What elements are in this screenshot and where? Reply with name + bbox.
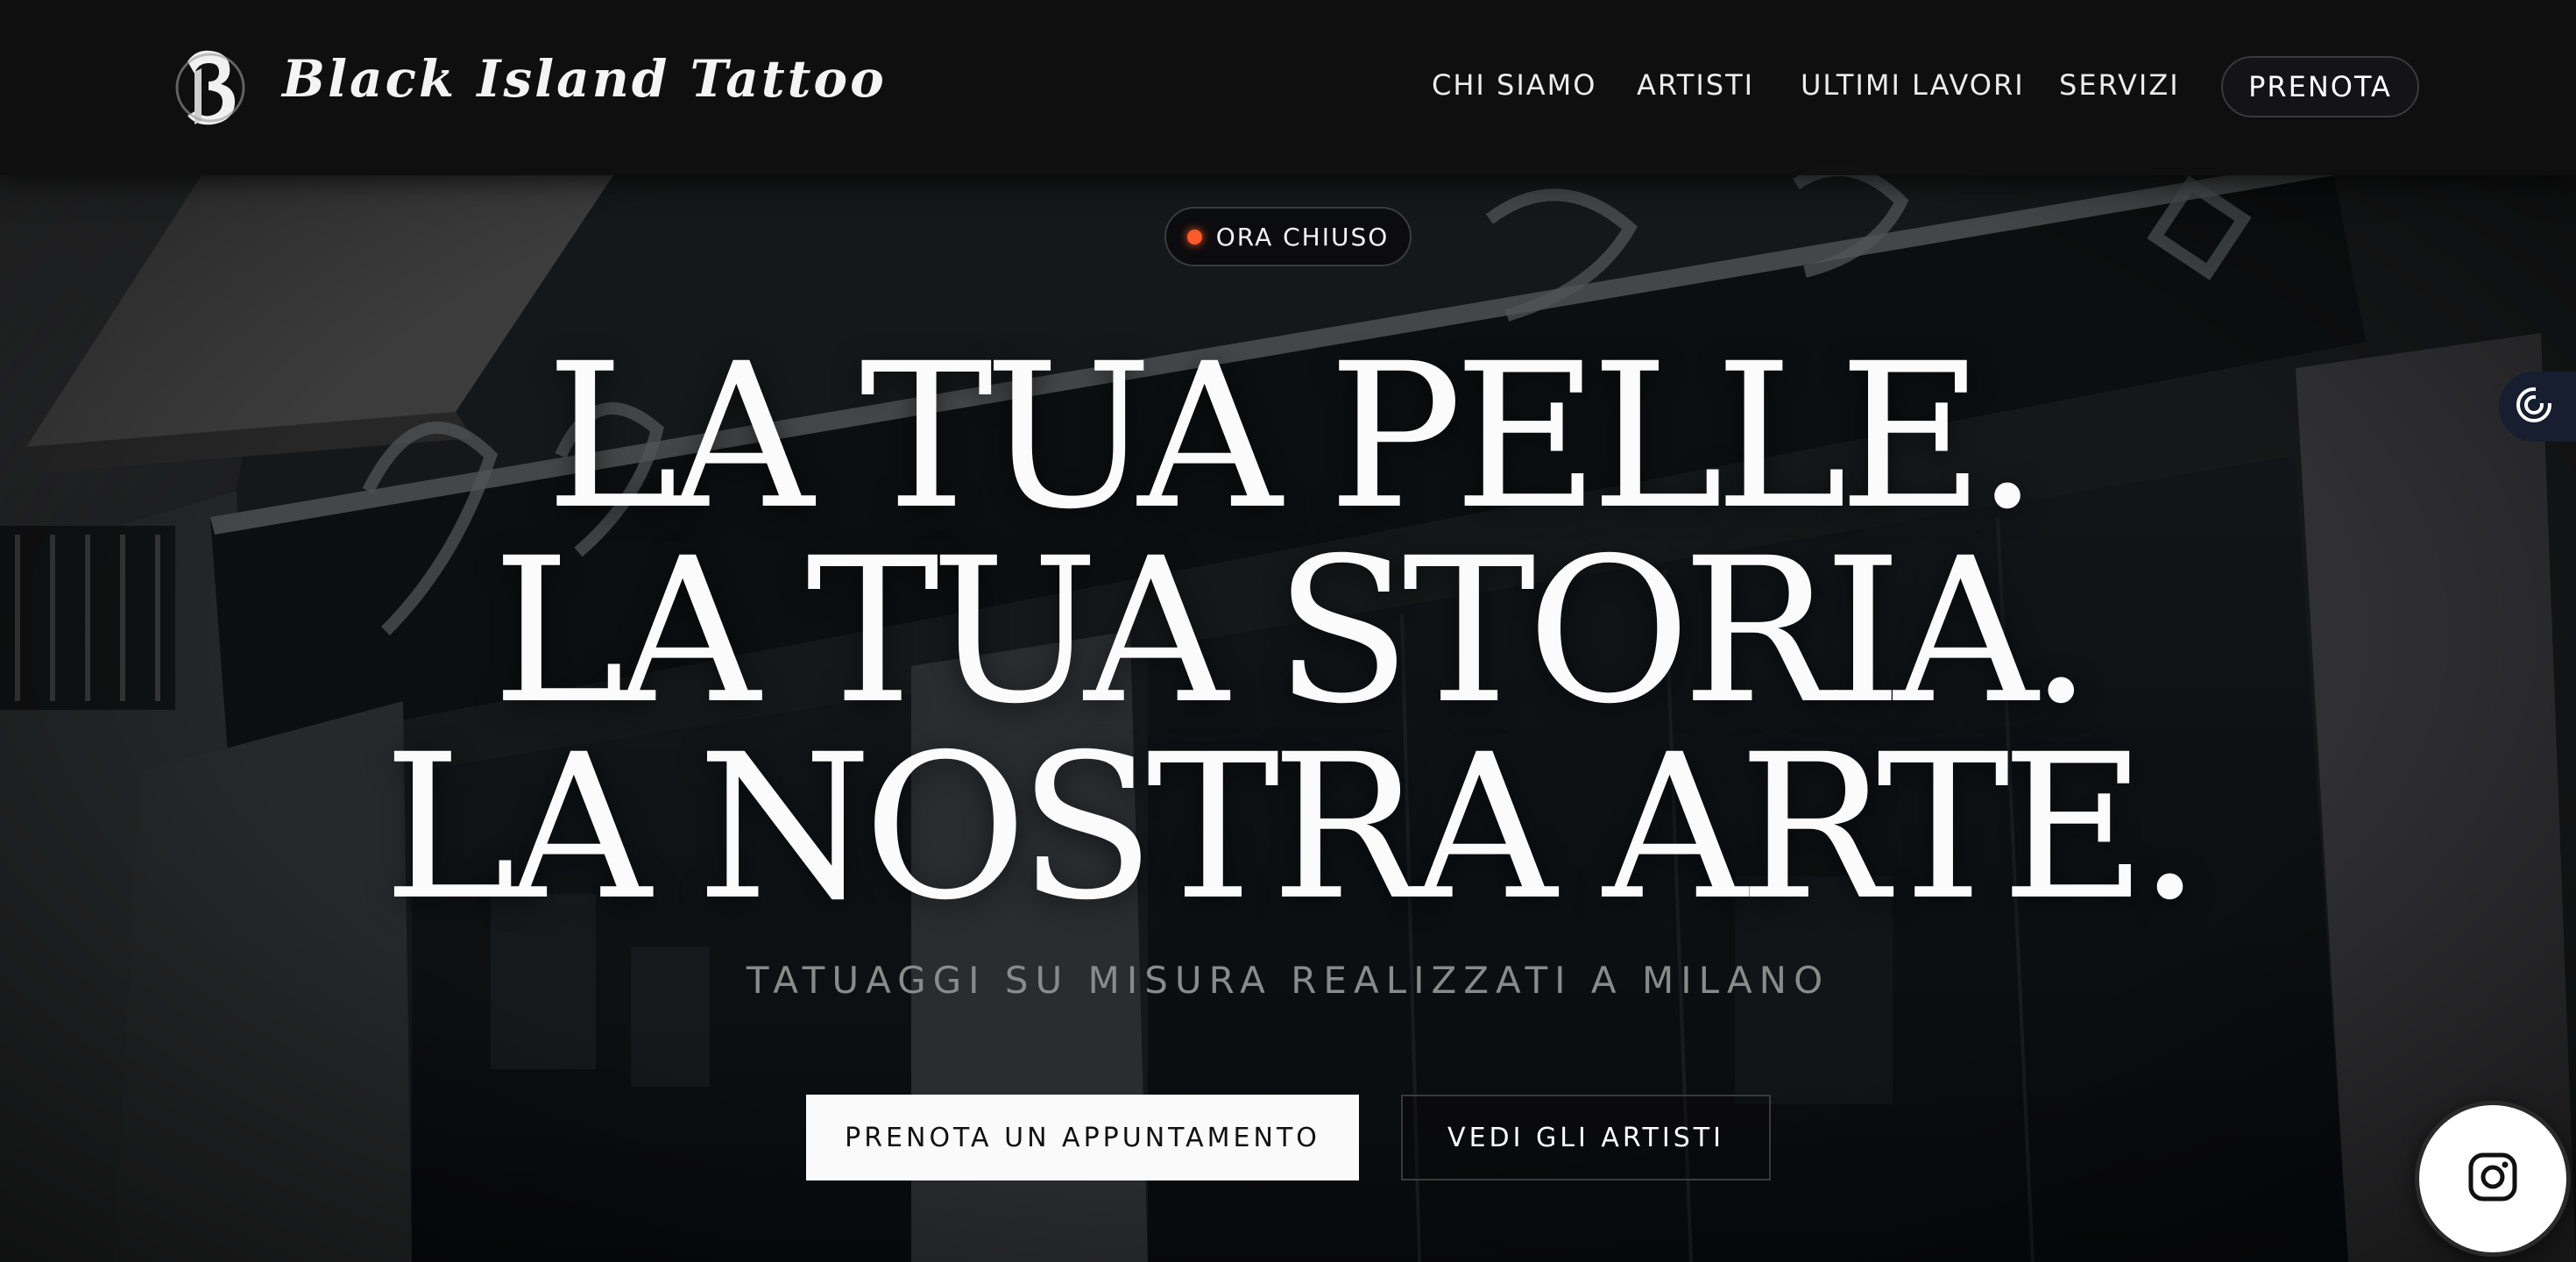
instagram-icon: [2466, 1151, 2519, 1207]
status-label: ORA CHIUSO: [1215, 222, 1390, 252]
hero-headline-line-3: LA NOSTRA ARTE.: [383, 711, 2201, 944]
book-nav-button[interactable]: PRENOTA: [2221, 56, 2419, 117]
gothic-b-emblem-icon[interactable]: [175, 46, 245, 130]
top-navbar: Black Island Tattoo CHI SIAMO ARTISTI UL…: [0, 0, 2576, 175]
nav-link-chi-siamo[interactable]: CHI SIAMO: [1432, 68, 1596, 102]
nav-link-artisti[interactable]: ARTISTI: [1637, 68, 1754, 102]
hero-headline-line-1: LA TUA PELLE.: [545, 320, 2039, 553]
nav-link-ultimi-lavori[interactable]: ULTIMI LAVORI: [1801, 68, 2025, 102]
status-badge: ORA CHIUSO: [1164, 207, 1412, 266]
nav-link-servizi[interactable]: SERVIZI: [2059, 68, 2180, 102]
status-dot-icon: [1186, 229, 1202, 245]
hero-subtitle: TATUAGGI SU MISURA REALIZZATI A MILANO: [746, 959, 1830, 1002]
book-appointment-button[interactable]: PRENOTA UN APPUNTAMENTO: [806, 1095, 1359, 1180]
consent-settings-tab[interactable]: [2499, 372, 2576, 442]
consent-settings-icon: [2515, 386, 2555, 428]
hero-headline-line-2: LA TUA STORIA.: [492, 514, 2093, 748]
instagram-button[interactable]: [2415, 1101, 2571, 1257]
view-artists-button[interactable]: VEDI GLI ARTISTI: [1401, 1095, 1771, 1180]
brand-name[interactable]: Black Island Tattoo: [282, 49, 887, 109]
